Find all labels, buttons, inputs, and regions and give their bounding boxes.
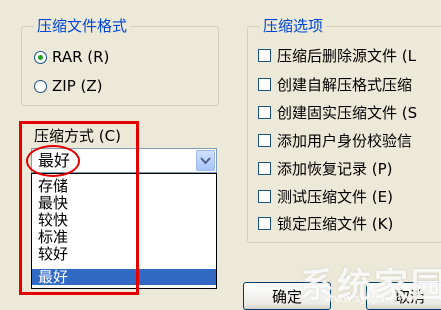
option-solid[interactable]: 创建固实压缩文件 (S: [258, 102, 417, 122]
recovery-record-label: 添加恢复记录 (P): [277, 159, 393, 178]
option-authenticity[interactable]: 添加用户身份校验信: [258, 130, 412, 150]
rar-radio-option[interactable]: RAR (R): [34, 47, 109, 67]
option-test-archive[interactable]: 测试压缩文件 (E): [258, 186, 393, 206]
authenticity-label: 添加用户身份校验信: [277, 131, 413, 150]
zip-radio-option[interactable]: ZIP (Z): [34, 76, 103, 96]
red-highlight-ellipse: [26, 145, 80, 177]
compression-options-title: 压缩选项: [260, 17, 327, 35]
delete-source-label: 压缩后删除源文件 (L: [277, 46, 416, 65]
option-sfx[interactable]: 创建自解压格式压缩: [258, 74, 412, 94]
test-archive-checkbox[interactable]: [258, 189, 271, 203]
archive-format-group: 压缩文件格式 RAR (R) ZIP (Z): [21, 17, 219, 106]
lock-archive-label: 锁定压缩文件 (K): [277, 214, 394, 233]
zip-radio-label: ZIP (Z): [52, 77, 103, 95]
chevron-down-icon[interactable]: [196, 150, 215, 171]
solid-label: 创建固实压缩文件 (S: [277, 103, 418, 122]
rar-radio[interactable]: [34, 50, 47, 64]
archive-format-title: 压缩文件格式: [34, 17, 131, 35]
option-delete-source[interactable]: 压缩后删除源文件 (L: [258, 45, 416, 65]
solid-checkbox[interactable]: [258, 105, 271, 119]
option-recovery-record[interactable]: 添加恢复记录 (P): [258, 158, 393, 178]
ok-button-label: 确定: [271, 287, 302, 306]
option-lock-archive[interactable]: 锁定压缩文件 (K): [258, 213, 393, 233]
compression-options-group: 压缩选项 压缩后删除源文件 (L 创建自解压格式压缩 创建固实压缩文件 (S 添…: [247, 17, 441, 243]
delete-source-checkbox[interactable]: [258, 48, 271, 62]
sfx-label: 创建自解压格式压缩: [277, 75, 413, 94]
sfx-checkbox[interactable]: [258, 77, 271, 91]
rar-radio-label: RAR (R): [52, 48, 110, 66]
zip-radio[interactable]: [34, 79, 47, 93]
lock-archive-checkbox[interactable]: [258, 216, 271, 230]
test-archive-label: 测试压缩文件 (E): [277, 187, 393, 206]
recovery-record-checkbox[interactable]: [258, 161, 271, 175]
watermark-url: www.sysjia.com: [325, 292, 413, 305]
authenticity-checkbox[interactable]: [258, 133, 271, 147]
